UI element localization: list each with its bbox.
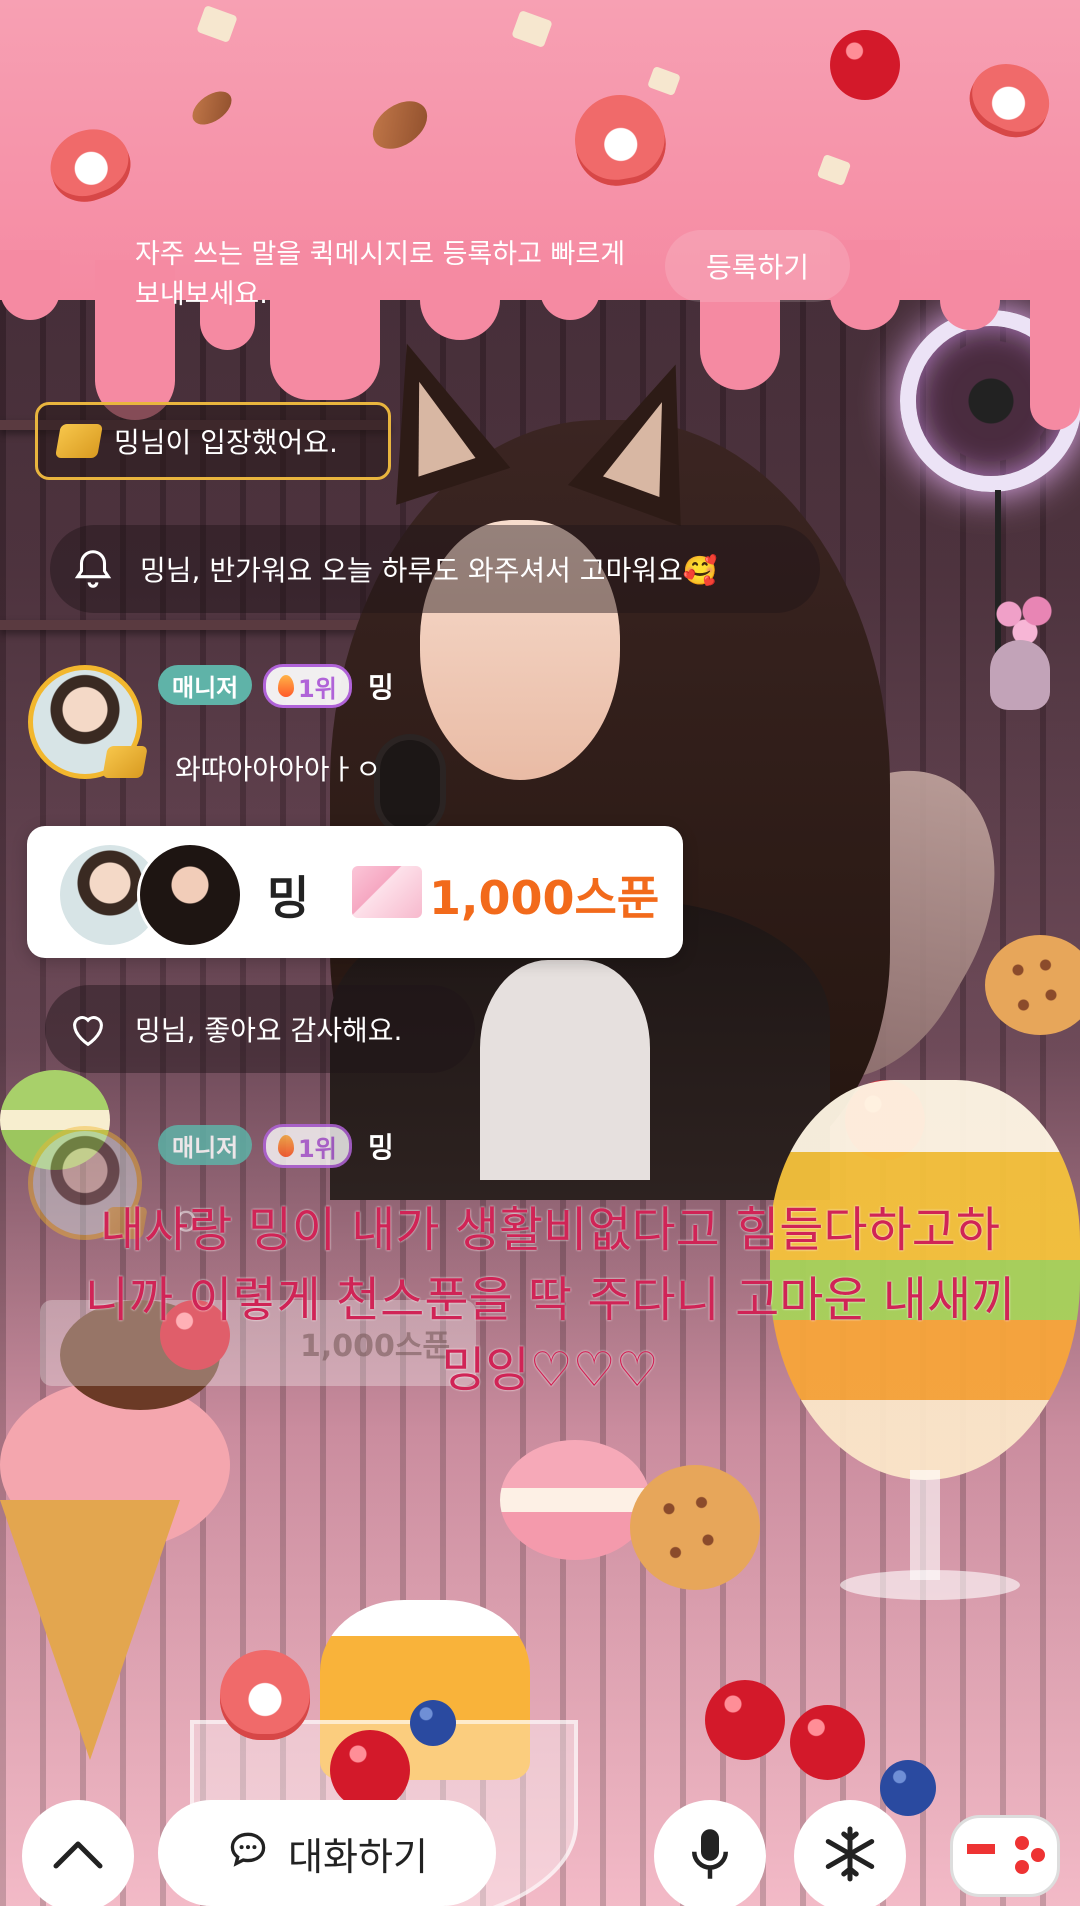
vip-badge-icon <box>55 424 103 458</box>
like-text: 밍님, 좋아요 감사해요. <box>135 1014 403 1047</box>
crown-icon <box>102 746 148 778</box>
strawberry <box>220 1650 310 1740</box>
entry-text: 밍님이 입장했어요. <box>114 426 338 459</box>
quick-message-notice: 자주 쓰는 말을 퀵메시지로 등록하고 빠르게 보내보세요. <box>135 239 626 310</box>
blueberry <box>880 1760 936 1816</box>
drip <box>0 250 60 320</box>
game-controller-icon[interactable] <box>950 1815 1060 1897</box>
gift-card: 밍 1,000스푼 <box>27 826 683 958</box>
chat-button-label: 대화하기 <box>288 1834 428 1879</box>
drip <box>1030 250 1080 430</box>
chevron-up-icon <box>48 1834 108 1878</box>
expand-button[interactable] <box>22 1800 134 1906</box>
manager-badge: 매니저 <box>158 665 253 705</box>
character-shirt <box>480 960 650 1180</box>
cherry <box>330 1730 410 1810</box>
chat-button[interactable]: 대화하기 <box>158 1800 496 1906</box>
chat-bubble-icon <box>226 1827 270 1880</box>
vase <box>990 640 1050 710</box>
waffle-cone <box>0 1500 180 1760</box>
avatar[interactable] <box>28 665 148 779</box>
avatar <box>137 842 243 948</box>
pink-macaron <box>500 1440 650 1560</box>
blueberry <box>410 1700 456 1746</box>
welcome-text: 밍님, 반가워요 오늘 하루도 와주셔서 고마워요🥰 <box>140 554 718 587</box>
like-message: 밍님, 좋아요 감사해요. <box>45 985 475 1073</box>
overlay-caption: 내사랑 밍이 내가 생활비없다고 힘들다하고하니까 이렇게 천스푼을 딱 주다니… <box>84 1202 1016 1398</box>
shelf <box>0 620 390 630</box>
welcome-message: 밍님, 반가워요 오늘 하루도 와주셔서 고마워요🥰 <box>50 525 820 613</box>
rank-badge: 1위 <box>263 1124 352 1168</box>
heart-icon <box>63 1004 113 1054</box>
gift-sticker <box>352 866 422 918</box>
freeze-button[interactable] <box>794 1800 906 1906</box>
bell-icon <box>68 544 118 594</box>
flame-icon <box>278 675 294 697</box>
live-room: 자주 쓰는 말을 퀵메시지로 등록하고 빠르게 보내보세요. 등록하기 밍님이 … <box>0 0 1080 1906</box>
nickname[interactable]: 밍 <box>368 1126 394 1166</box>
parfait-stem <box>910 1470 940 1580</box>
rank-badge: 1위 <box>263 664 352 708</box>
cherry <box>830 30 900 100</box>
snowflake-icon <box>820 1824 880 1888</box>
chat-message-text: 와땨아아아아ㅏㅇ <box>175 753 382 786</box>
gift-sender-nickname: 밍 <box>267 871 310 925</box>
studio-microphone <box>380 740 440 830</box>
nickname[interactable]: 밍 <box>368 666 394 706</box>
microphone-button[interactable] <box>654 1800 766 1906</box>
cherry <box>705 1680 785 1760</box>
cookie <box>630 1465 760 1590</box>
microphone-icon <box>683 1824 737 1888</box>
rank-label: 1위 <box>298 1134 337 1163</box>
register-button[interactable]: 등록하기 <box>665 230 850 302</box>
entry-notification: 밍님이 입장했어요. <box>35 402 391 480</box>
gift-amount: 1,000스푼 <box>429 871 660 925</box>
cherry <box>790 1705 865 1780</box>
manager-badge: 매니저 <box>158 1125 253 1165</box>
rank-label: 1위 <box>298 674 337 703</box>
drip <box>940 250 1000 330</box>
parfait-base <box>840 1570 1020 1600</box>
flame-icon <box>278 1135 294 1157</box>
